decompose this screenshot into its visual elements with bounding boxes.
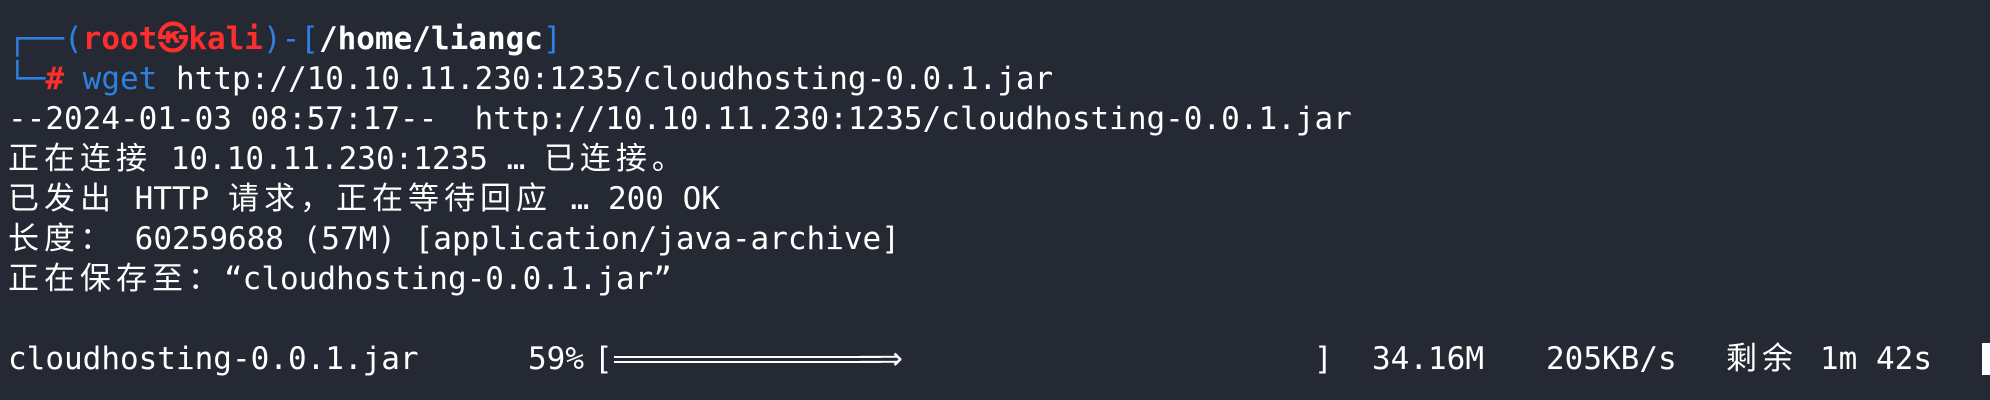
prompt-hash: # (45, 61, 64, 97)
output-text: 请求，正在等待回应 (227, 181, 552, 217)
output-text: 10.10.11.230:1235 … (152, 141, 544, 177)
progress-speed: 205KB/s (1546, 341, 1677, 377)
progress-downloaded: 34.16M (1372, 341, 1484, 377)
terminal-window[interactable]: ┌──(root㉿kali)-[/home/liangc] └─# wget h… (0, 0, 1990, 400)
download-progress-line: cloudhosting-0.0.1.jar 59% [ ⟹ ] 34.16M … (8, 339, 1990, 379)
progress-close-bracket: ] (1314, 341, 1333, 377)
terminal-cursor (1982, 343, 1990, 375)
command-argument: http://10.10.11.230:1235/cloudhosting-0.… (176, 61, 1054, 97)
prompt-close-bracket: ] (542, 21, 562, 57)
prompt-user: root (82, 21, 158, 57)
prompt-corner-bottom: └─ (8, 61, 46, 97)
progress-eta-label: 剩余 (1726, 341, 1798, 377)
output-text: 长度： (8, 221, 116, 257)
output-line-connecting: 正在连接 10.10.11.230:1235 … 已连接。 (8, 139, 688, 179)
output-line-saving: 正在保存至：“cloudhosting-0.0.1.jar” (8, 259, 672, 299)
progress-bar-lines (614, 356, 881, 363)
command-name: wget (82, 61, 158, 97)
progress-eta: 1m 42s (1820, 341, 1932, 377)
output-text: “cloudhosting-0.0.1.jar” (224, 261, 672, 297)
output-text: 已连接。 (543, 141, 688, 177)
output-text: … 200 OK (551, 181, 720, 217)
progress-bar: ⟹ (614, 339, 1314, 379)
progress-arrow-icon: ⟹ (858, 341, 903, 377)
prompt-path: /home/liangc (318, 21, 543, 57)
progress-bar-fill: ⟹ (614, 339, 903, 379)
prompt-separator: )-[ (262, 21, 319, 57)
prompt-host: kali (188, 21, 263, 57)
output-line-length: 长度： 60259688 (57M) [application/java-arc… (8, 219, 900, 259)
progress-filename: cloudhosting-0.0.1.jar (8, 341, 419, 377)
output-text: 正在保存至： (8, 261, 224, 297)
command-line: └─# wget http://10.10.11.230:1235/cloudh… (8, 59, 1053, 99)
output-line-request: 已发出 HTTP 请求，正在等待回应 … 200 OK (8, 179, 720, 219)
skull-icon: ㉿ (157, 21, 189, 57)
progress-percent: 59% (528, 341, 584, 377)
progress-open-bracket: [ (594, 341, 613, 377)
output-text: 正在连接 (8, 141, 152, 177)
prompt-corner-top: ┌──( (8, 21, 83, 57)
output-text: 已发出 (8, 181, 116, 217)
output-text: HTTP (116, 181, 228, 217)
output-text: 60259688 (57M) [application/java-archive… (116, 221, 900, 257)
output-line-timestamp: --2024-01-03 08:57:17-- http://10.10.11.… (8, 101, 1352, 137)
prompt-line: ┌──(root㉿kali)-[/home/liangc] (8, 19, 562, 59)
